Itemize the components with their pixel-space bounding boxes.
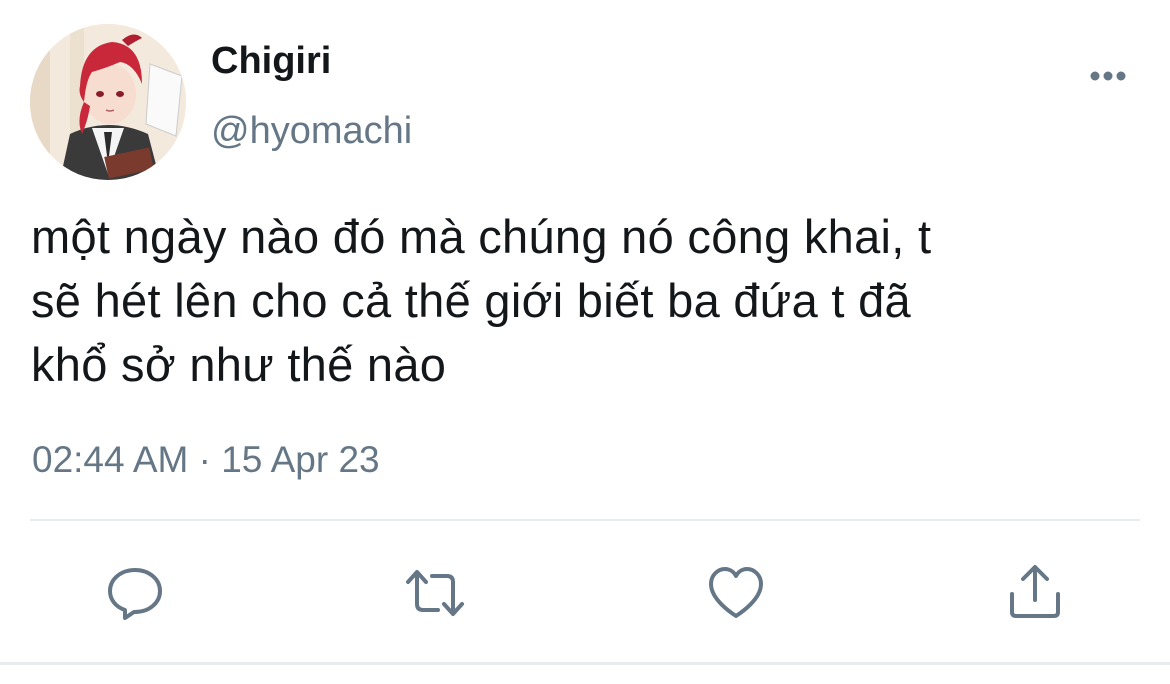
more-horizontal-icon (1090, 71, 1126, 81)
tweet-card: Chigiri @hyomachi một ngày nào đó mà chú… (0, 0, 1170, 684)
retweet-icon (406, 570, 464, 616)
divider (30, 519, 1140, 521)
divider-bottom (0, 662, 1170, 665)
avatar-image (30, 24, 186, 180)
comment-icon (108, 568, 162, 620)
more-options-button[interactable] (1084, 60, 1134, 90)
like-button[interactable] (705, 562, 767, 624)
user-handle[interactable]: @hyomachi (211, 108, 412, 154)
share-button[interactable] (1004, 562, 1066, 624)
avatar[interactable] (30, 24, 186, 180)
reply-button[interactable] (104, 562, 166, 624)
tweet-text: một ngày nào đó mà chúng nó công khai, t… (31, 205, 1131, 397)
tweet-timestamp[interactable]: 02:44 AM · 15 Apr 23 (32, 437, 380, 483)
display-name[interactable]: Chigiri (211, 38, 331, 84)
heart-icon (709, 567, 763, 618)
share-icon (1010, 565, 1060, 618)
tweet-text-line: khổ sở như thế nào (31, 338, 447, 391)
tweet-text-line: một ngày nào đó mà chúng nó công khai, t (31, 210, 932, 263)
retweet-button[interactable] (404, 562, 466, 624)
tweet-text-line: sẽ hét lên cho cả thế giới biết ba đứa t… (31, 274, 911, 327)
